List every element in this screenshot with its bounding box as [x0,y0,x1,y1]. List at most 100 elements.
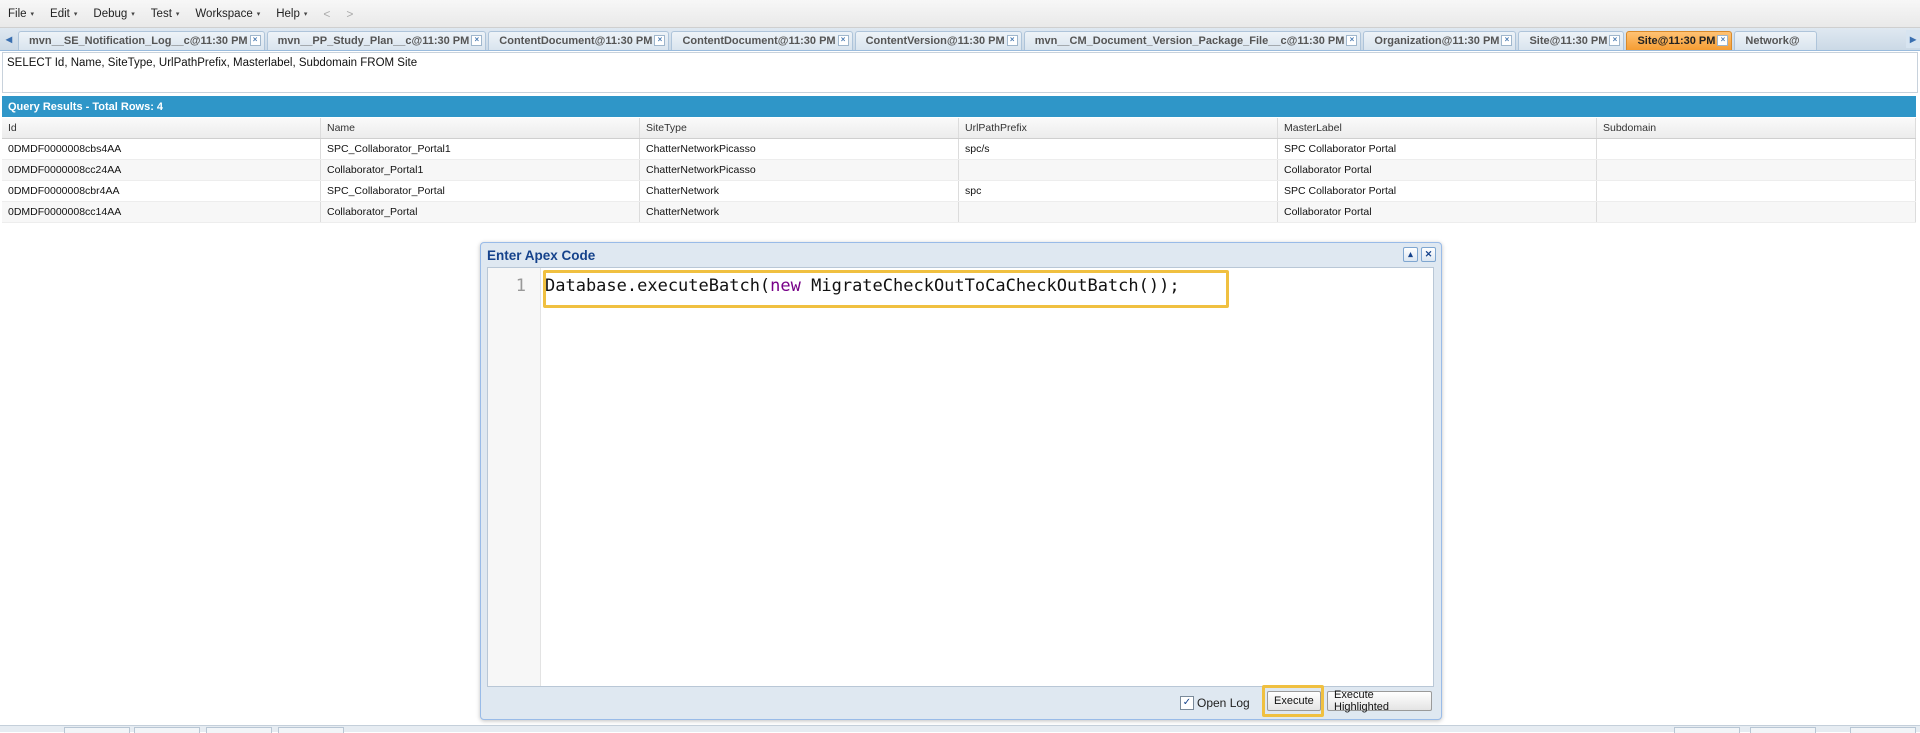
tab-label: ContentDocument@11:30 PM [682,35,836,47]
menu-edit[interactable]: Edit ▾ [42,8,85,20]
menu-debug[interactable]: Debug ▾ [85,8,142,20]
menu-debug-label: Debug [93,7,128,20]
chevron-down-icon: ▾ [73,10,78,18]
soql-query-editor[interactable]: SELECT Id, Name, SiteType, UrlPathPrefix… [2,52,1918,93]
tab-label: mvn__CM_Document_Version_Package_File__c… [1034,35,1345,47]
column-header[interactable]: Id [2,118,321,138]
table-cell[interactable]: Collaborator_Portal1 [321,160,640,180]
close-icon[interactable]: ✕ [1421,247,1436,262]
column-header[interactable]: UrlPathPrefix [959,118,1278,138]
menu-file[interactable]: File ▾ [0,8,42,20]
line-number: 1 [515,276,526,296]
close-icon[interactable]: × [1609,35,1621,46]
table-cell[interactable]: ChatterNetworkPicasso [640,139,959,159]
apex-code-editor[interactable]: 1 Database.executeBatch(new MigrateCheck… [487,267,1434,687]
editor-tab-strip: ◂ mvn__SE_Notification_Log__c@11:30 PM × … [0,28,1920,51]
tab-query-result[interactable]: ContentDocument@11:30 PM × [488,31,670,50]
open-log-checkbox[interactable]: ✓ [1180,696,1194,710]
tab-list: mvn__SE_Notification_Log__c@11:30 PM × mv… [18,31,1819,50]
close-icon[interactable]: × [654,35,666,46]
column-header[interactable]: MasterLabel [1278,118,1597,138]
menu-edit-label: Edit [50,7,70,20]
table-cell[interactable]: spc/s [959,139,1278,159]
bottom-tab[interactable] [206,727,272,733]
table-cell[interactable]: ChatterNetwork [640,202,959,222]
column-header[interactable]: Name [321,118,640,138]
close-icon[interactable]: × [1501,35,1513,46]
line-number-gutter: 1 [488,268,541,686]
table-cell[interactable]: ChatterNetwork [640,181,959,201]
table-cell[interactable]: ChatterNetworkPicasso [640,160,959,180]
tab-scroll-left-icon[interactable]: ◂ [2,30,16,48]
table-cell[interactable]: Collaborator Portal [1278,160,1597,180]
close-icon[interactable]: × [1006,35,1018,46]
execute-highlighted-button[interactable]: Execute Highlighted [1327,689,1432,713]
menu-workspace[interactable]: Workspace ▾ [187,8,268,20]
tab-label: Site@11:30 PM [1529,35,1608,47]
bottom-tab[interactable] [278,727,344,733]
bottom-tab[interactable] [134,727,200,733]
tab-query-result[interactable]: mvn__SE_Notification_Log__c@11:30 PM × [18,31,265,50]
query-results-grid: Id Name SiteType UrlPathPrefix MasterLab… [2,118,1916,223]
tab-query-result[interactable]: ContentVersion@11:30 PM × [854,31,1022,50]
table-cell[interactable]: 0DMDF0000008cc14AA [2,202,321,222]
menu-bar: File ▾ Edit ▾ Debug ▾ Test ▾ Workspace ▾ Help… [0,0,1920,28]
column-header[interactable]: Subdomain [1597,118,1916,138]
table-cell[interactable]: Collaborator Portal [1278,202,1597,222]
tab-label: Organization@11:30 PM [1374,35,1500,47]
menu-test[interactable]: Test ▾ [143,8,188,20]
forward-arrow-icon[interactable]: > [338,7,361,21]
column-header[interactable]: SiteType [640,118,959,138]
tab-query-result[interactable]: Network@ [1734,31,1817,50]
table-cell[interactable]: SPC Collaborator Portal [1278,181,1597,201]
bottom-tab[interactable] [64,727,130,733]
query-results-header: Query Results - Total Rows: 4 [2,96,1916,117]
tab-label: mvn__PP_Study_Plan__c@11:30 PM [277,35,470,47]
table-cell[interactable] [1597,139,1916,159]
tab-query-result[interactable]: ContentDocument@11:30 PM × [671,31,853,50]
table-row[interactable]: 0DMDF0000008cbs4AA SPC_Collaborator_Port… [2,139,1916,160]
table-cell[interactable]: SPC Collaborator Portal [1278,139,1597,159]
table-cell[interactable]: Collaborator_Portal [321,202,640,222]
table-cell[interactable] [1597,160,1916,180]
close-icon[interactable]: × [1717,35,1729,46]
tab-query-result-active[interactable]: Site@11:30 PM × [1626,31,1733,50]
close-icon[interactable]: × [249,35,261,46]
tab-query-result[interactable]: mvn__PP_Study_Plan__c@11:30 PM × [266,31,487,50]
tab-query-result[interactable]: mvn__CM_Document_Version_Package_File__c… [1023,31,1362,50]
table-cell[interactable] [959,202,1278,222]
table-row[interactable]: 0DMDF0000008cc14AA Collaborator_Portal C… [2,202,1916,223]
table-cell[interactable]: 0DMDF0000008cbr4AA [2,181,321,201]
open-log-label: Open Log [1197,696,1250,710]
close-icon[interactable]: × [837,35,849,46]
table-cell[interactable]: SPC_Collaborator_Portal1 [321,139,640,159]
tab-label: Network@ [1745,35,1800,47]
menu-help[interactable]: Help ▾ [268,8,315,20]
close-icon[interactable]: × [471,35,483,46]
bottom-tab[interactable] [1750,727,1816,733]
close-icon[interactable]: × [1346,35,1358,46]
chevron-down-icon: ▾ [256,10,261,18]
soql-query-text[interactable]: SELECT Id, Name, SiteType, UrlPathPrefix… [7,57,417,69]
bottom-tab[interactable] [1850,727,1916,733]
tab-scroll-right-icon[interactable]: ▸ [1906,30,1920,48]
table-row[interactable]: 0DMDF0000008cbr4AA SPC_Collaborator_Port… [2,181,1916,202]
grid-header-row: Id Name SiteType UrlPathPrefix MasterLab… [2,118,1916,139]
tab-label: mvn__SE_Notification_Log__c@11:30 PM [29,35,248,47]
table-cell[interactable]: 0DMDF0000008cc24AA [2,160,321,180]
tab-query-result[interactable]: Organization@11:30 PM × [1363,31,1517,50]
table-cell[interactable] [1597,181,1916,201]
table-cell[interactable] [959,160,1278,180]
table-row[interactable]: 0DMDF0000008cc24AA Collaborator_Portal1 … [2,160,1916,181]
tab-label: ContentDocument@11:30 PM [499,35,653,47]
code-highlight-box [543,270,1229,308]
table-cell[interactable]: SPC_Collaborator_Portal [321,181,640,201]
tab-query-result[interactable]: Site@11:30 PM × [1518,31,1625,50]
bottom-tab[interactable] [1674,727,1740,733]
dialog-title: Enter Apex Code [487,248,596,263]
table-cell[interactable] [1597,202,1916,222]
collapse-icon[interactable]: ▴ [1403,247,1418,262]
table-cell[interactable]: spc [959,181,1278,201]
back-arrow-icon[interactable]: < [315,7,338,21]
table-cell[interactable]: 0DMDF0000008cbs4AA [2,139,321,159]
